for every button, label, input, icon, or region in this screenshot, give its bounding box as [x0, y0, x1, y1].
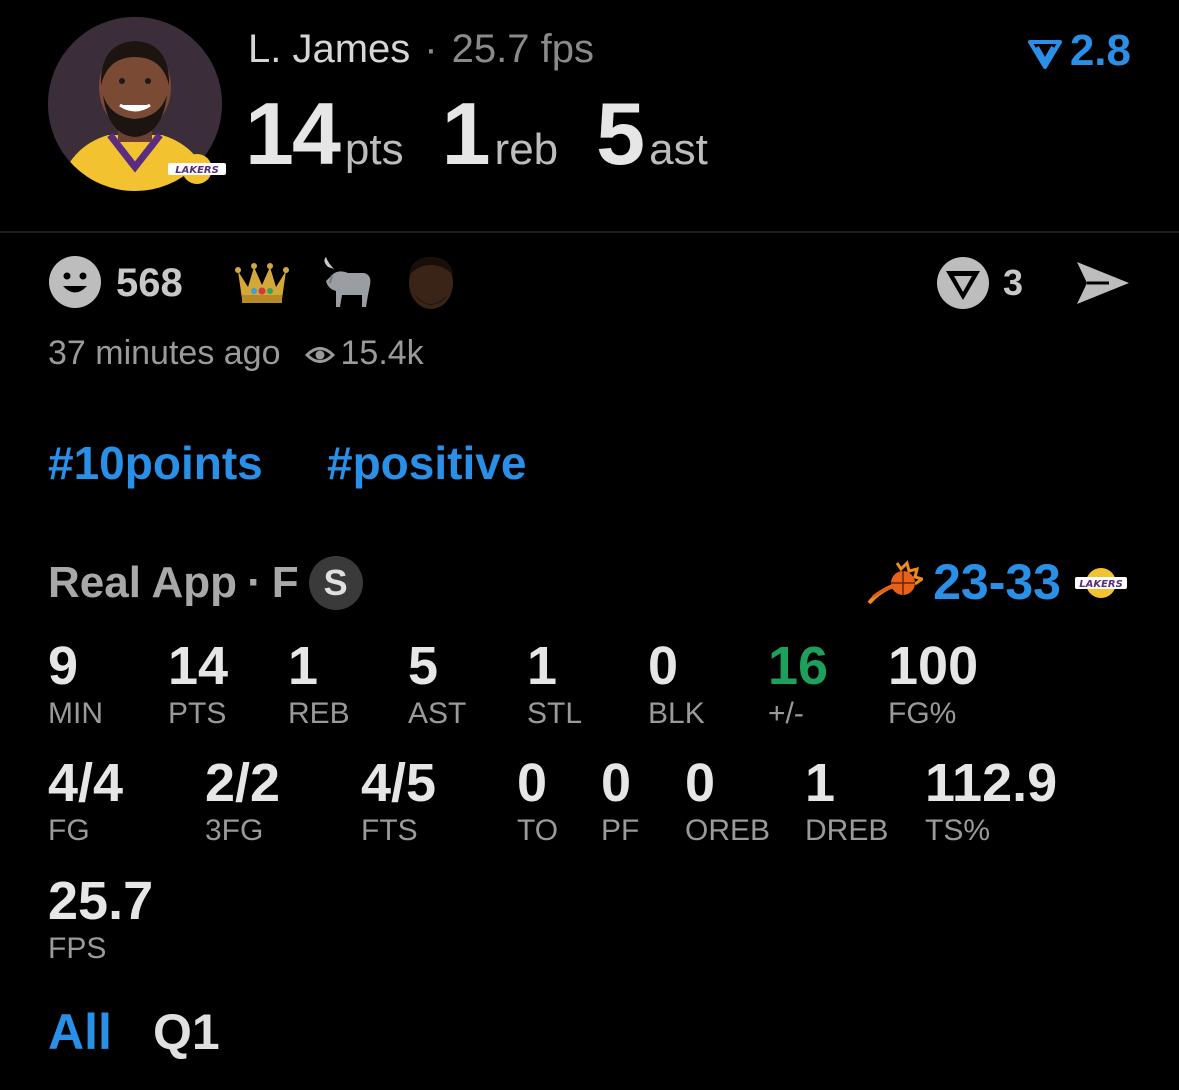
stat-fg: 4/4 FG — [48, 753, 123, 849]
stat-value: 2/2 — [205, 753, 281, 813]
smiley-icon[interactable] — [48, 255, 102, 309]
stat-label: TO — [517, 814, 559, 847]
stat-value: 0 — [685, 753, 716, 813]
comment-count[interactable]: 3 — [1003, 262, 1023, 304]
headline-stats: 14 pts 1 reb 5 ast — [245, 84, 746, 184]
post-meta: 37 minutes ago 15.4k — [48, 332, 424, 374]
assists-unit: ast — [649, 125, 708, 174]
stat-fps: 25.7 FPS — [48, 871, 153, 967]
stat-label: FG — [48, 814, 90, 847]
stat-value: 4/4 — [48, 753, 124, 813]
stat-label: FPS — [48, 932, 107, 965]
goat-icon[interactable] — [318, 255, 376, 309]
view-count: 15.4k — [340, 334, 424, 372]
stat-pf: 0 PF — [601, 753, 639, 849]
stat-value: 100 — [888, 636, 979, 696]
assists-value: 5 — [596, 84, 645, 183]
stat-value: 1 — [288, 636, 319, 696]
stat-label: PTS — [168, 697, 227, 730]
stat-pts: 14 PTS — [168, 636, 228, 732]
home-score: 33 — [1005, 554, 1061, 610]
stat-reb: 1 REB — [288, 636, 350, 732]
stat-value: 5 — [408, 636, 439, 696]
stat-label: OREB — [685, 814, 771, 847]
stat-label: TS% — [925, 814, 991, 847]
stat-label: REB — [288, 697, 350, 730]
header-divider — [0, 231, 1179, 233]
stat-value: 9 — [48, 636, 79, 696]
stat-ts-pct: 112.9 TS% — [925, 753, 1057, 849]
stat-3fg: 2/2 3FG — [205, 753, 280, 849]
stat-value: 112.9 — [925, 753, 1058, 813]
stat-stl: 1 STL — [527, 636, 582, 732]
stat-min: 9 MIN — [48, 636, 103, 732]
s-badge: S — [308, 556, 363, 610]
rebounds-value: 1 — [441, 84, 491, 183]
tab-q1[interactable]: Q1 — [153, 1004, 220, 1060]
stat-ast: 5 AST — [408, 636, 466, 732]
stat-label: FG% — [888, 697, 957, 730]
stat-blk: 0 BLK — [648, 636, 705, 732]
source-line: Real App · F S — [48, 556, 363, 610]
stat-value: 0 — [648, 636, 679, 696]
stat-value: 4/5 — [361, 753, 437, 813]
rating-value: 2.8 — [1069, 26, 1131, 75]
svg-text:LAKERS: LAKERS — [175, 165, 219, 176]
away-score: 23 — [933, 554, 989, 610]
rating-badge[interactable]: 2.8 — [1027, 26, 1131, 76]
post-time: 37 minutes ago — [48, 334, 281, 372]
stat-label: DREB — [805, 814, 889, 847]
tab-all[interactable]: All — [48, 1004, 112, 1060]
source-app[interactable]: Real App — [48, 558, 237, 607]
game-status: F — [271, 558, 299, 607]
crown-icon[interactable] — [234, 255, 290, 309]
stat-fts: 4/5 FTS — [361, 753, 436, 849]
points-value: 14 — [245, 84, 341, 183]
separator-dot: · — [424, 27, 438, 71]
stat-label: AST — [408, 697, 467, 730]
stat-value: 25.7 — [48, 871, 154, 931]
comment-badge-icon[interactable] — [936, 256, 990, 310]
score-dash: - — [988, 554, 1006, 610]
stat-fg-pct: 100 FG% — [888, 636, 978, 732]
tag-positive[interactable]: #positive — [327, 436, 526, 490]
stat-label: MIN — [48, 697, 103, 730]
rating-icon — [1027, 40, 1062, 69]
stat-label: PF — [601, 814, 640, 847]
stat-label: STL — [527, 697, 583, 730]
player-name[interactable]: L. James — [248, 27, 410, 71]
fps-label: 25.7 fps — [451, 27, 594, 71]
stat-label: FTS — [361, 814, 418, 847]
tag-10points[interactable]: #10points — [48, 436, 263, 490]
svg-text:LAKERS: LAKERS — [1079, 579, 1123, 590]
stat-oreb: 0 OREB — [685, 753, 770, 849]
stat-label: 3FG — [205, 814, 264, 847]
eye-icon — [304, 347, 335, 363]
stat-label: +/- — [768, 697, 804, 730]
reaction-count[interactable]: 568 — [116, 260, 183, 306]
team-logo-icon: LAKERS — [166, 152, 228, 186]
suns-logo-icon — [867, 560, 926, 605]
stat-value: 0 — [601, 753, 632, 813]
lakers-logo-icon: LAKERS — [1075, 568, 1127, 598]
stat-plus-minus: 16 +/- — [768, 636, 828, 732]
stat-dreb: 1 DREB — [805, 753, 888, 849]
points-unit: pts — [344, 125, 404, 174]
rebounds-unit: reb — [494, 125, 559, 174]
stat-value: 16 — [768, 636, 829, 696]
stat-value: 1 — [527, 636, 558, 696]
stat-value: 14 — [168, 636, 229, 696]
player-face-icon[interactable] — [403, 255, 459, 309]
separator-dot: · — [247, 558, 262, 607]
game-score[interactable]: 23-33 LAKERS — [867, 552, 1129, 612]
stat-to: 0 TO — [517, 753, 558, 849]
stat-label: BLK — [648, 697, 705, 730]
share-icon[interactable] — [1073, 258, 1133, 308]
stat-value: 0 — [517, 753, 548, 813]
stat-value: 1 — [805, 753, 836, 813]
player-header: L. James · 25.7 fps — [248, 24, 594, 74]
